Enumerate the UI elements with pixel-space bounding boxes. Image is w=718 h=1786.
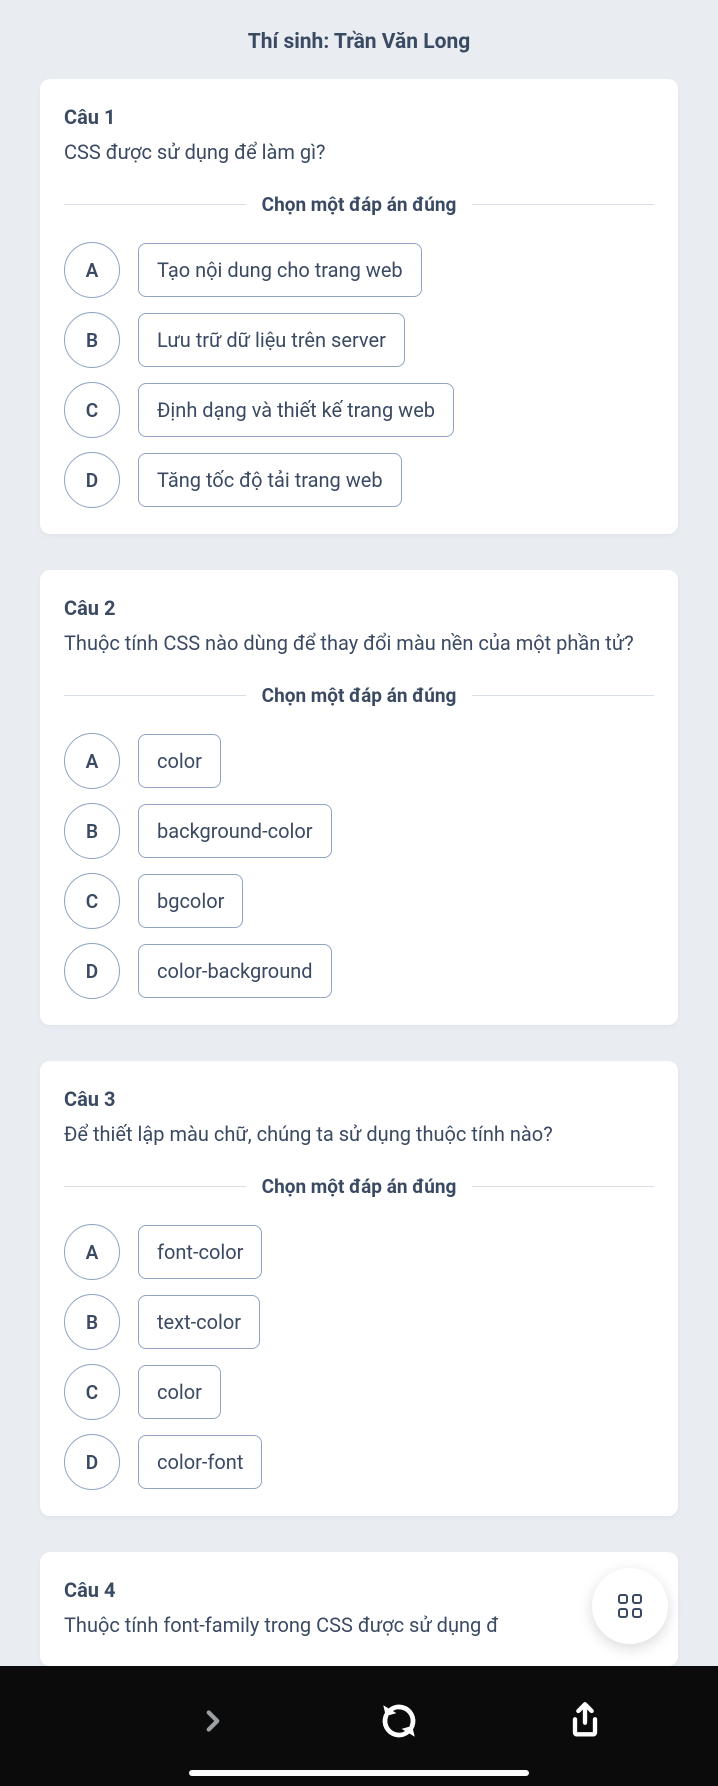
option-letter[interactable]: C	[64, 873, 120, 929]
option-letter[interactable]: B	[64, 803, 120, 859]
option-letter[interactable]: A	[64, 1224, 120, 1280]
forward-button[interactable]	[188, 1696, 238, 1746]
instruction-label: Chọn một đáp án đúng	[64, 684, 654, 707]
question-number: Câu 4	[64, 1578, 654, 1602]
question-number: Câu 2	[64, 596, 654, 620]
option-text[interactable]: Lưu trữ dữ liệu trên server	[138, 313, 405, 367]
question-card: Câu 4 Thuộc tính font-family trong CSS đ…	[40, 1552, 678, 1666]
question-card: Câu 3 Để thiết lập màu chữ, chúng ta sử …	[40, 1061, 678, 1516]
question-grid-fab[interactable]	[592, 1568, 668, 1644]
option-letter[interactable]: B	[64, 1294, 120, 1350]
option-text[interactable]: text-color	[138, 1295, 260, 1349]
option-row[interactable]: B text-color	[64, 1294, 654, 1350]
option-row[interactable]: A color	[64, 733, 654, 789]
option-text[interactable]: Tạo nội dung cho trang web	[138, 243, 422, 297]
option-text[interactable]: color	[138, 1365, 221, 1419]
share-icon	[565, 1701, 605, 1741]
option-row[interactable]: B background-color	[64, 803, 654, 859]
option-letter[interactable]: D	[64, 452, 120, 508]
option-letter[interactable]: C	[64, 1364, 120, 1420]
question-text: CSS được sử dụng để làm gì?	[64, 137, 654, 167]
option-letter[interactable]: B	[64, 312, 120, 368]
share-button[interactable]	[560, 1696, 610, 1746]
option-row[interactable]: C Định dạng và thiết kế trang web	[64, 382, 654, 438]
option-row[interactable]: C color	[64, 1364, 654, 1420]
option-letter[interactable]: A	[64, 733, 120, 789]
option-text[interactable]: color-background	[138, 944, 332, 998]
question-number: Câu 3	[64, 1087, 654, 1111]
option-letter[interactable]: D	[64, 943, 120, 999]
option-letter[interactable]: A	[64, 242, 120, 298]
question-card: Câu 1 CSS được sử dụng để làm gì? Chọn m…	[40, 79, 678, 534]
option-row[interactable]: D Tăng tốc độ tải trang web	[64, 452, 654, 508]
instruction-label: Chọn một đáp án đúng	[64, 193, 654, 216]
grid-icon	[618, 1594, 642, 1618]
question-text: Thuộc tính CSS nào dùng để thay đổi màu …	[64, 628, 654, 658]
option-letter[interactable]: C	[64, 382, 120, 438]
option-row[interactable]: D color-font	[64, 1434, 654, 1490]
question-text: Thuộc tính font-family trong CSS được sử…	[64, 1610, 654, 1640]
option-text[interactable]: Tăng tốc độ tải trang web	[138, 453, 402, 507]
question-text: Để thiết lập màu chữ, chúng ta sử dụng t…	[64, 1119, 654, 1149]
option-text[interactable]: color-font	[138, 1435, 262, 1489]
home-indicator[interactable]	[189, 1770, 529, 1776]
option-row[interactable]: B Lưu trữ dữ liệu trên server	[64, 312, 654, 368]
option-text[interactable]: bgcolor	[138, 874, 243, 928]
option-row[interactable]: A font-color	[64, 1224, 654, 1280]
refresh-icon	[378, 1700, 420, 1742]
browser-toolbar	[0, 1666, 718, 1786]
option-row[interactable]: A Tạo nội dung cho trang web	[64, 242, 654, 298]
question-number: Câu 1	[64, 105, 654, 129]
option-text[interactable]: background-color	[138, 804, 332, 858]
question-card: Câu 2 Thuộc tính CSS nào dùng để thay đổ…	[40, 570, 678, 1025]
option-row[interactable]: D color-background	[64, 943, 654, 999]
option-text[interactable]: font-color	[138, 1225, 262, 1279]
refresh-button[interactable]	[374, 1696, 424, 1746]
contestant-label: Thí sinh: Trần Văn Long	[40, 0, 678, 79]
content-scroll[interactable]: Thí sinh: Trần Văn Long Câu 1 CSS được s…	[0, 0, 718, 1666]
instruction-label: Chọn một đáp án đúng	[64, 1175, 654, 1198]
option-text[interactable]: color	[138, 734, 221, 788]
chevron-right-icon	[196, 1704, 230, 1738]
option-text[interactable]: Định dạng và thiết kế trang web	[138, 383, 454, 437]
option-letter[interactable]: D	[64, 1434, 120, 1490]
option-row[interactable]: C bgcolor	[64, 873, 654, 929]
